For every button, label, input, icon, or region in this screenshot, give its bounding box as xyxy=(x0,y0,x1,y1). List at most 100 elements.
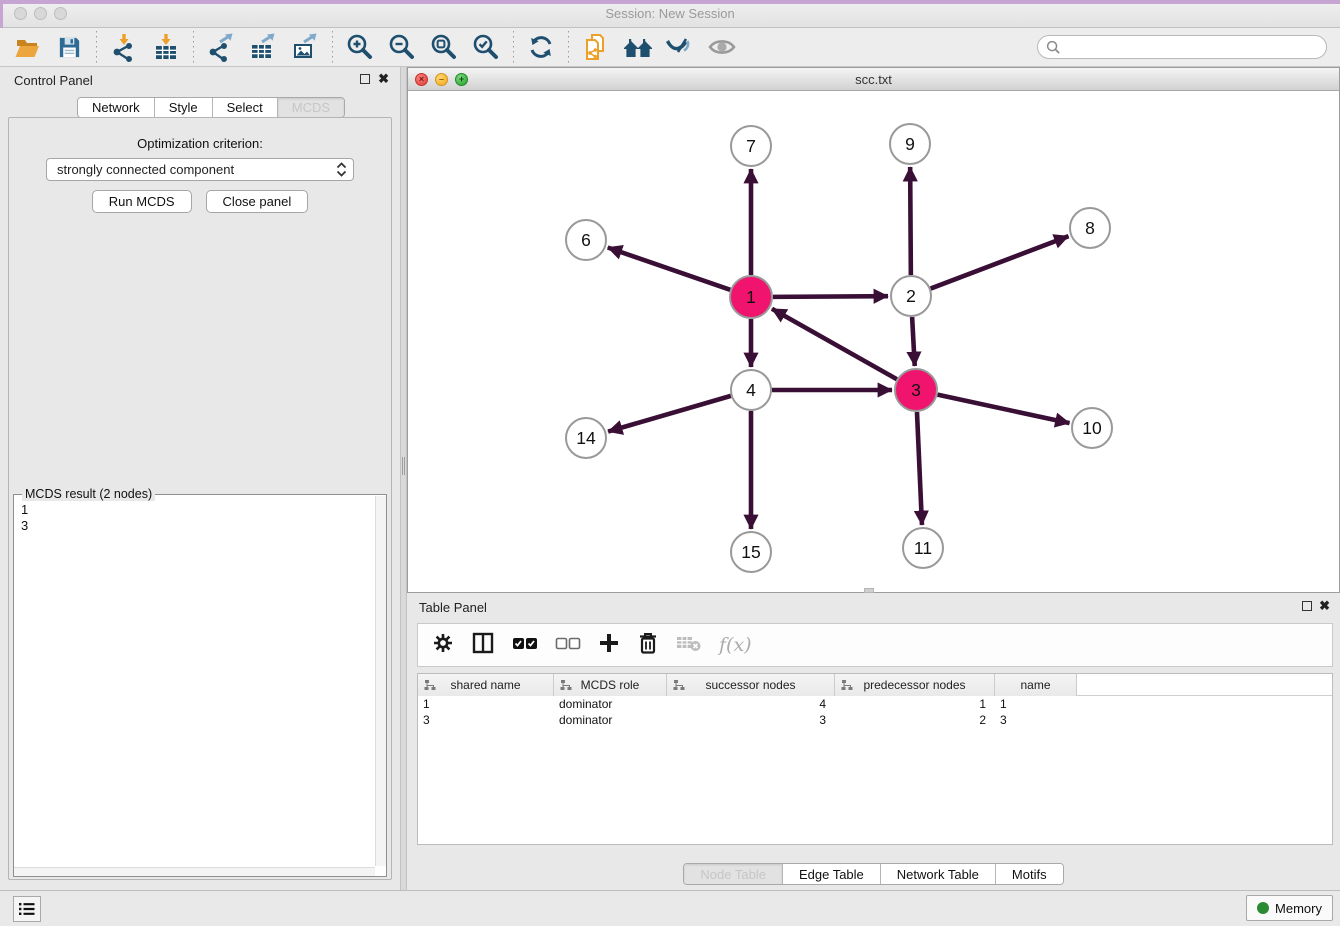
tab-style[interactable]: Style xyxy=(155,98,213,117)
import-network-button[interactable] xyxy=(107,30,141,64)
table-header-row: shared nameMCDS rolesuccessor nodesprede… xyxy=(418,674,1332,696)
cell-MCDS-role[interactable]: dominator xyxy=(554,696,667,712)
edge-2-9[interactable] xyxy=(910,167,911,275)
delete-column-button[interactable] xyxy=(637,631,659,660)
main-toolbar xyxy=(0,28,1340,67)
close-panel-button[interactable]: Close panel xyxy=(206,190,309,213)
zoom-selected-button[interactable] xyxy=(469,30,503,64)
first-neighbors-button[interactable] xyxy=(621,30,655,64)
tab-edge-table[interactable]: Edge Table xyxy=(783,864,881,884)
cell-MCDS-role[interactable]: dominator xyxy=(554,712,667,728)
tab-mcds[interactable]: MCDS xyxy=(278,98,344,117)
toggle-column-panel-button[interactable] xyxy=(471,631,495,660)
zoom-in-icon xyxy=(345,32,375,62)
dropdown-value: strongly connected component xyxy=(57,162,234,177)
edge-1-6[interactable] xyxy=(608,248,730,290)
clone-network-button[interactable] xyxy=(579,30,613,64)
cell-successor-nodes[interactable]: 4 xyxy=(667,696,835,712)
edge-2-8[interactable] xyxy=(931,236,1069,288)
columns-icon xyxy=(471,631,495,655)
edge-2-3[interactable] xyxy=(912,317,915,366)
edge-1-2[interactable] xyxy=(773,296,888,297)
graph-node-label-10: 10 xyxy=(1082,418,1102,438)
import-table-button[interactable] xyxy=(149,30,183,64)
status-bar: Memory xyxy=(0,890,1340,926)
column-header-name[interactable]: name xyxy=(995,674,1077,696)
hide-graphics-details-button[interactable] xyxy=(705,30,739,64)
delete-table-button-disabled[interactable] xyxy=(676,633,702,658)
table-row[interactable]: 1dominator411 xyxy=(418,696,1332,712)
dropdown-stepper-icon xyxy=(333,161,350,178)
export-network-button[interactable] xyxy=(204,30,238,64)
cell-predecessor-nodes[interactable]: 1 xyxy=(835,696,995,712)
network-window-titlebar[interactable]: × – + scc.txt xyxy=(408,68,1339,91)
mcds-panel: Optimization criterion: strongly connect… xyxy=(8,117,392,880)
panel-splitter[interactable] xyxy=(400,67,407,890)
table-panel-title: Table Panel xyxy=(419,600,487,615)
optimization-criterion-dropdown[interactable]: strongly connected component xyxy=(46,158,354,181)
network-resize-grip[interactable] xyxy=(864,588,874,593)
toolbar-separator xyxy=(96,31,97,63)
cell-shared-name[interactable]: 3 xyxy=(418,712,554,728)
search-input[interactable] xyxy=(1061,37,1326,57)
open-file-button[interactable] xyxy=(10,30,44,64)
tab-select[interactable]: Select xyxy=(213,98,278,117)
control-panel-title: Control Panel xyxy=(14,73,93,88)
refresh-button[interactable] xyxy=(524,30,558,64)
memory-button[interactable]: Memory xyxy=(1246,895,1333,921)
mcds-result-list[interactable]: 13 xyxy=(14,498,374,866)
result-vertical-scrollbar[interactable] xyxy=(375,496,386,866)
export-table-button[interactable] xyxy=(246,30,280,64)
graph-node-label-1: 1 xyxy=(746,287,756,307)
memory-label: Memory xyxy=(1275,901,1322,916)
tab-network[interactable]: Network xyxy=(78,98,155,117)
cell-shared-name[interactable]: 1 xyxy=(418,696,554,712)
save-session-button[interactable] xyxy=(52,30,86,64)
column-header-MCDS-role[interactable]: MCDS role xyxy=(554,674,667,696)
table-settings-button[interactable] xyxy=(432,632,454,659)
create-column-button[interactable] xyxy=(598,632,620,659)
tab-motifs[interactable]: Motifs xyxy=(996,864,1063,884)
edge-3-10[interactable] xyxy=(938,395,1070,424)
function-builder-button-disabled[interactable]: f(x) xyxy=(719,634,752,656)
control-panel-float-icon[interactable] xyxy=(360,74,370,84)
select-all-icon xyxy=(512,635,538,651)
run-mcds-button[interactable]: Run MCDS xyxy=(92,190,192,213)
table-row[interactable]: 3dominator323 xyxy=(418,712,1332,728)
deselect-all-columns-button[interactable] xyxy=(555,635,581,656)
memory-status-icon xyxy=(1257,902,1269,914)
task-history-button[interactable] xyxy=(13,896,41,922)
column-header-predecessor-nodes[interactable]: predecessor nodes xyxy=(835,674,995,696)
toolbar-separator xyxy=(332,31,333,63)
network-graph[interactable]: 7968124314101511 xyxy=(408,91,1339,592)
edge-3-11[interactable] xyxy=(917,412,922,525)
network-canvas[interactable]: 7968124314101511 xyxy=(408,91,1339,592)
export-image-button[interactable] xyxy=(288,30,322,64)
select-all-columns-button[interactable] xyxy=(512,635,538,656)
zoom-out-button[interactable] xyxy=(385,30,419,64)
control-panel-close-icon[interactable]: ✖ xyxy=(378,71,389,87)
splitter-grip[interactable] xyxy=(402,457,405,475)
cell-name[interactable]: 1 xyxy=(995,696,1077,712)
zoom-fit-icon xyxy=(429,32,459,62)
table-panel-close-icon[interactable]: ✖ xyxy=(1319,598,1330,614)
zoom-fit-button[interactable] xyxy=(427,30,461,64)
refresh-icon xyxy=(527,33,555,61)
network-title: scc.txt xyxy=(408,72,1339,87)
edge-4-14[interactable] xyxy=(608,396,731,432)
table-tabs: Node TableEdge TableNetwork TableMotifs xyxy=(683,863,1063,885)
cell-name[interactable]: 3 xyxy=(995,712,1077,728)
tab-node-table[interactable]: Node Table xyxy=(684,864,783,884)
tab-network-table[interactable]: Network Table xyxy=(881,864,996,884)
window-titlebar: Session: New Session xyxy=(0,0,1340,28)
column-header-successor-nodes[interactable]: successor nodes xyxy=(667,674,835,696)
edge-3-1[interactable] xyxy=(772,309,897,379)
zoom-in-button[interactable] xyxy=(343,30,377,64)
table-panel-float-icon[interactable] xyxy=(1302,601,1312,611)
result-horizontal-scrollbar[interactable] xyxy=(14,867,375,876)
optimization-criterion-label: Optimization criterion: xyxy=(9,136,391,151)
cell-predecessor-nodes[interactable]: 2 xyxy=(835,712,995,728)
show-graphics-details-button[interactable] xyxy=(663,30,697,64)
cell-successor-nodes[interactable]: 3 xyxy=(667,712,835,728)
column-header-shared-name[interactable]: shared name xyxy=(418,674,554,696)
